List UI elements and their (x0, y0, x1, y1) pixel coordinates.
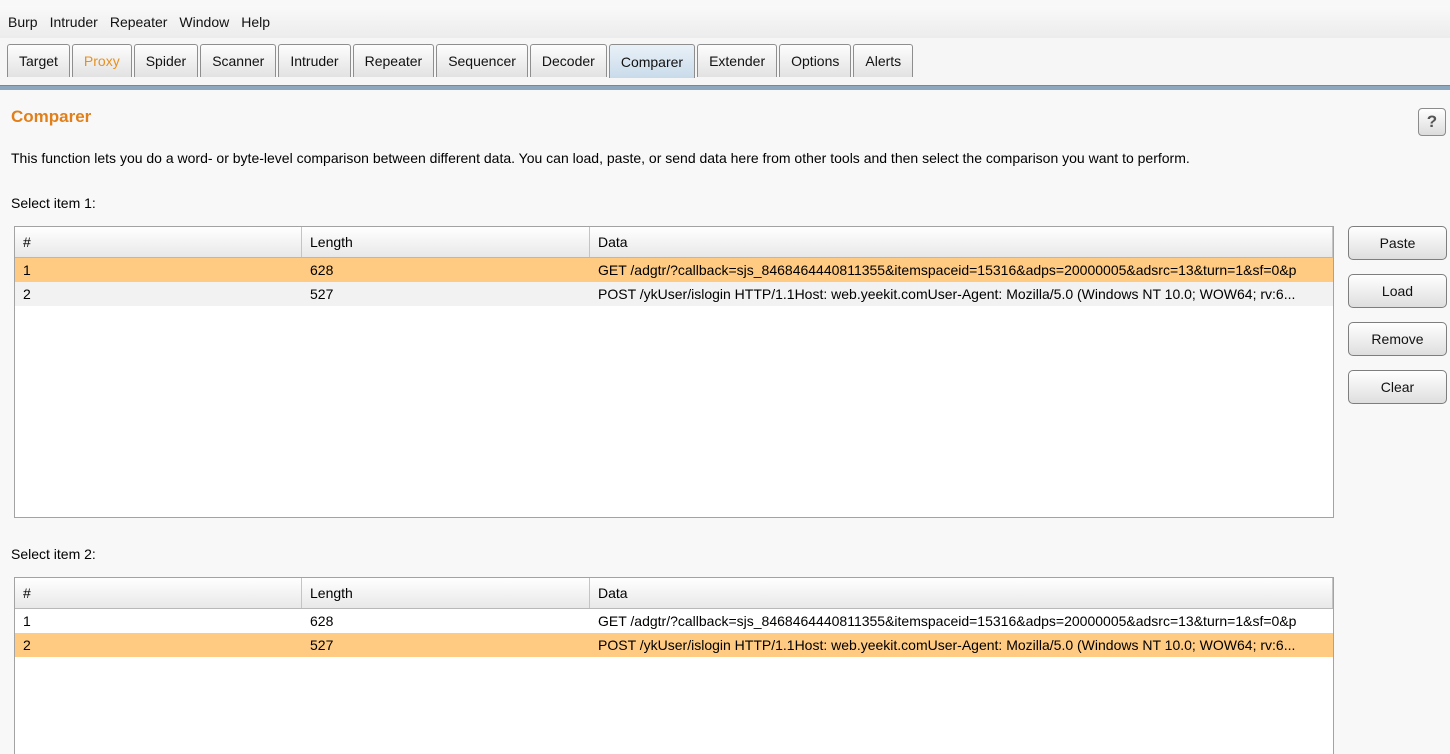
item-1-table: # Length Data 1 628 GET /adgtr/?callback… (14, 226, 1334, 518)
tab-bar-divider (0, 85, 1450, 90)
cell-data: POST /ykUser/islogin HTTP/1.1Host: web.y… (598, 637, 1296, 653)
page-title: Comparer (11, 107, 92, 126)
tab-extender[interactable]: Extender (697, 44, 778, 77)
tab-list: Target Proxy Spider Scanner Intruder Rep… (7, 44, 915, 78)
cell-number: 2 (23, 286, 31, 302)
cell-number: 2 (23, 637, 31, 653)
select-item-1-label: Select item 1: (11, 195, 96, 211)
menu-help[interactable]: Help (235, 14, 276, 30)
help-icon: ? (1426, 112, 1438, 131)
table-header: # Length Data (15, 227, 1333, 258)
tab-intruder[interactable]: Intruder (278, 44, 351, 77)
tab-proxy[interactable]: Proxy (71, 44, 132, 77)
tab-comparer[interactable]: Comparer (608, 44, 696, 78)
cell-number: 1 (23, 613, 31, 629)
cell-number: 1 (23, 262, 31, 278)
menu-burp[interactable]: Burp (0, 14, 44, 30)
tab-decoder[interactable]: Decoder (529, 44, 607, 77)
menu-window[interactable]: Window (173, 14, 235, 30)
cell-length: 527 (310, 286, 334, 302)
item-2-table: # Length Data 1 628 GET /adgtr/?callback… (14, 577, 1334, 754)
tab-target[interactable]: Target (7, 44, 70, 77)
column-header-data[interactable]: Data (590, 227, 1333, 257)
tab-alerts[interactable]: Alerts (853, 44, 914, 77)
select-item-2-label: Select item 2: (11, 546, 96, 562)
page-description: This function lets you do a word- or byt… (11, 150, 1190, 166)
table-row[interactable]: 2 527 POST /ykUser/islogin HTTP/1.1Host:… (15, 633, 1333, 657)
cell-data: POST /ykUser/islogin HTTP/1.1Host: web.y… (598, 286, 1296, 302)
column-header-number[interactable]: # (15, 578, 302, 608)
table-row[interactable]: 2 527 POST /ykUser/islogin HTTP/1.1Host:… (15, 282, 1333, 306)
cell-data: GET /adgtr/?callback=sjs_846846444081135… (598, 613, 1297, 629)
load-button[interactable]: Load (1348, 274, 1447, 308)
menu-bar: Burp Intruder Repeater Window Help (0, 6, 1450, 38)
tab-repeater[interactable]: Repeater (352, 44, 435, 77)
table-row[interactable]: 1 628 GET /adgtr/?callback=sjs_846846444… (15, 258, 1333, 282)
clear-button[interactable]: Clear (1348, 370, 1447, 404)
tab-spider[interactable]: Spider (133, 44, 199, 77)
cell-data: GET /adgtr/?callback=sjs_846846444081135… (598, 262, 1297, 278)
column-header-data[interactable]: Data (590, 578, 1333, 608)
paste-button[interactable]: Paste (1348, 226, 1447, 260)
tab-sequencer[interactable]: Sequencer (436, 44, 528, 77)
table-row[interactable]: 1 628 GET /adgtr/?callback=sjs_846846444… (15, 609, 1333, 633)
column-header-length[interactable]: Length (302, 578, 590, 608)
table-header: # Length Data (15, 578, 1333, 609)
menu-intruder[interactable]: Intruder (44, 14, 104, 30)
column-header-number[interactable]: # (15, 227, 302, 257)
help-button[interactable]: ? (1418, 108, 1446, 136)
tab-scanner[interactable]: Scanner (200, 44, 277, 77)
tab-options[interactable]: Options (779, 44, 852, 77)
menu-repeater[interactable]: Repeater (104, 14, 174, 30)
cell-length: 527 (310, 637, 334, 653)
remove-button[interactable]: Remove (1348, 322, 1447, 356)
cell-length: 628 (310, 613, 334, 629)
column-header-length[interactable]: Length (302, 227, 590, 257)
cell-length: 628 (310, 262, 334, 278)
